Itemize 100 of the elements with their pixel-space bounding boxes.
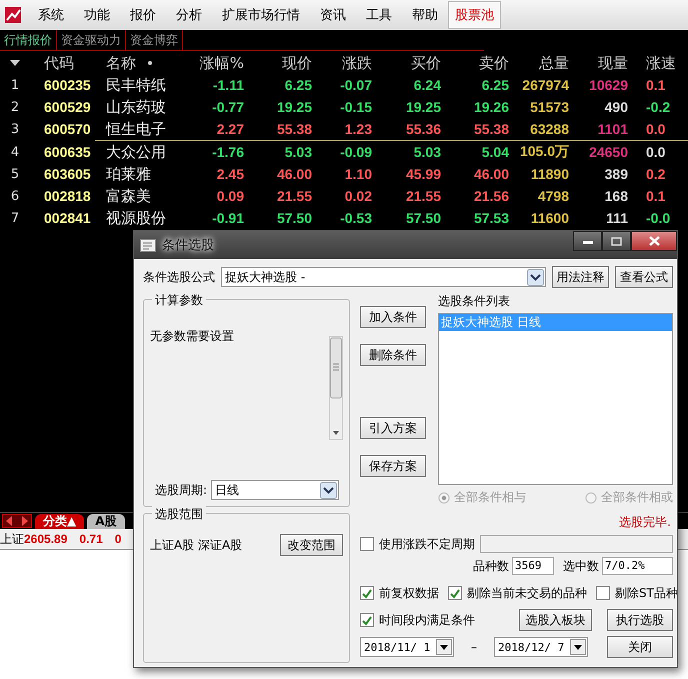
checkbox[interactable] (360, 537, 374, 551)
menu-item[interactable]: 分析 (166, 4, 212, 26)
table-cell: 0.02 (344, 188, 372, 204)
table-cell: 大众公用 (106, 142, 166, 162)
checkbox-label: 剔除当前未交易的品种 (467, 584, 587, 602)
column-header[interactable]: 名称 (106, 54, 136, 72)
column-header[interactable]: 涨幅% (200, 54, 244, 72)
checkbox-label: 使用涨跌不定周期 (379, 536, 475, 552)
selected-count-field[interactable]: 7/0.2% (602, 557, 673, 575)
table-cell: -0.77 (212, 99, 244, 115)
table-cell: -0.2 (646, 99, 670, 115)
row-number: 4 (10, 144, 20, 160)
button[interactable]: 删除条件 (360, 344, 426, 366)
row-number: 7 (10, 210, 20, 226)
table-cell: 21.56 (474, 188, 509, 204)
checkbox[interactable] (596, 586, 610, 600)
table-cell: 105.0万 (520, 143, 569, 161)
menu-item[interactable]: 功能 (74, 4, 120, 26)
tab[interactable]: 分类▲ (35, 514, 84, 528)
table-cell: 19.26 (474, 99, 509, 115)
table-cell: -0.0 (646, 210, 670, 226)
button[interactable]: 执行选股 (607, 609, 673, 631)
checkbox-label: 前复权数据 (379, 584, 439, 602)
table-cell: 民丰特纸 (106, 76, 166, 94)
tab[interactable]: 资金博弈 (126, 30, 183, 50)
button[interactable]: 关闭 (607, 636, 673, 658)
table-cell: 0.1 (646, 77, 666, 93)
table-cell: 1.23 (344, 121, 372, 137)
app-logo-icon (4, 6, 22, 24)
menu-item[interactable]: 工具 (356, 4, 402, 26)
table-cell: 55.36 (406, 121, 441, 137)
button[interactable]: 选股入板块 (519, 609, 592, 631)
table-cell: 6.24 (414, 77, 441, 93)
maximize-button[interactable] (602, 231, 631, 251)
table-cell: 山东药玻 (106, 98, 166, 116)
table-cell: 46.00 (474, 166, 509, 182)
column-header[interactable]: 卖价 (479, 54, 509, 72)
table-cell: 55.38 (474, 121, 509, 137)
selected-count-label: 选中数 (563, 558, 599, 574)
button[interactable]: 用法注释 (552, 266, 610, 288)
menu-item[interactable]: 资讯 (310, 4, 356, 26)
column-header[interactable]: 涨跌 (342, 54, 372, 72)
menu-item[interactable]: 系统 (28, 4, 74, 26)
table-cell: 11600 (530, 210, 569, 226)
table-cell: 5.04 (482, 144, 509, 160)
menu-item[interactable]: 报价 (120, 4, 166, 26)
check-icon (449, 588, 461, 598)
count-field[interactable]: 3569 (512, 557, 554, 575)
scope-text: 上证A股 深证A股 (150, 536, 242, 554)
column-header[interactable]: 总量 (539, 54, 569, 72)
scroll-arrows-icon (2, 514, 32, 528)
close-button[interactable] (631, 231, 677, 251)
date-separator: – (471, 640, 477, 654)
dot-icon (148, 61, 152, 65)
tab[interactable]: 资金驱动力 (57, 30, 126, 50)
button[interactable]: 保存方案 (360, 455, 426, 477)
row-number: 5 (10, 166, 20, 182)
column-header[interactable]: 代码 (44, 54, 74, 72)
date-picker[interactable]: 2018/12/ 7 (494, 637, 588, 657)
table-cell: 2.27 (216, 121, 244, 137)
checkbox-label: 剔除ST品种 (615, 584, 677, 602)
minimize-button[interactable] (573, 231, 602, 251)
row-number: 1 (10, 78, 20, 92)
dropdown[interactable]: 日线 (211, 480, 340, 500)
table-cell: 11890 (530, 166, 569, 182)
tab[interactable]: A股 (87, 514, 125, 528)
input-field[interactable] (480, 535, 673, 553)
checkbox[interactable] (448, 586, 462, 600)
menu-item[interactable]: 帮助 (402, 4, 448, 26)
checkbox[interactable] (360, 586, 374, 600)
period-label: 选股周期: (155, 482, 208, 498)
table-cell: 168 (604, 188, 628, 204)
date-picker[interactable]: 2018/11/ 1 (360, 637, 454, 657)
button[interactable]: 引入方案 (360, 417, 426, 439)
table-cell: 5.03 (284, 144, 312, 160)
check-icon (361, 588, 373, 598)
button[interactable]: 改变范围 (280, 534, 343, 556)
info-text: 无参数需要设置 (150, 328, 234, 345)
tab[interactable]: 行情报价 (0, 30, 57, 50)
table-cell: -0.15 (340, 99, 372, 115)
button[interactable]: 加入条件 (360, 306, 426, 328)
table-cell: 0.2 (646, 166, 666, 182)
sort-icon (10, 60, 20, 66)
dropdown[interactable]: 捉妖大神选股 - (221, 267, 546, 287)
menu-item[interactable]: 扩展市场行情 (212, 4, 310, 26)
table-cell: 21.55 (276, 188, 312, 204)
column-header[interactable]: 现量 (598, 54, 628, 72)
checkbox[interactable] (360, 613, 374, 627)
table-cell: 19.25 (276, 99, 312, 115)
check-icon (361, 614, 373, 626)
button[interactable]: 查看公式 (615, 266, 673, 288)
table-cell: 600529 (44, 99, 91, 115)
column-header[interactable]: 涨速 (646, 54, 676, 72)
table-cell: 24650 (589, 144, 628, 160)
table-cell: 19.25 (406, 99, 441, 115)
column-header[interactable]: 买价 (411, 54, 441, 72)
table-cell: 57.53 (474, 210, 509, 226)
table-cell: 267974 (522, 77, 569, 93)
column-header[interactable]: 现价 (282, 54, 312, 72)
index-value: 2605.89 (24, 532, 68, 546)
